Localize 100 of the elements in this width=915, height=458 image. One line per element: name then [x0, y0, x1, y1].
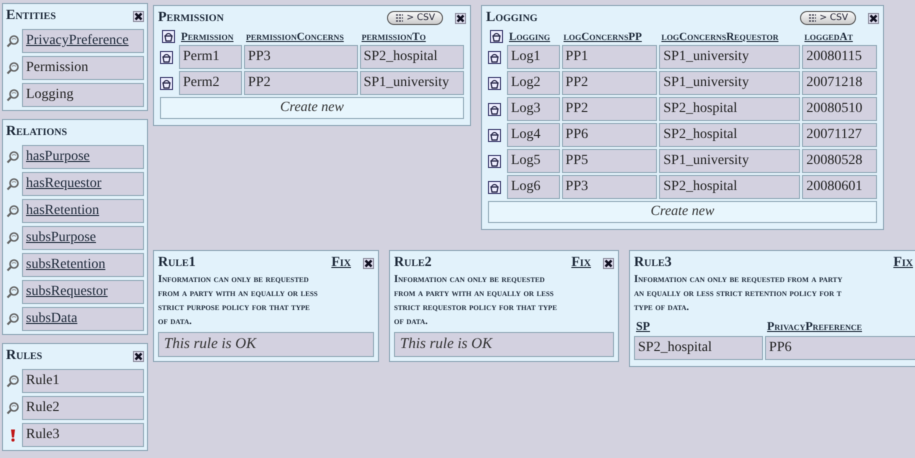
magnifier-icon[interactable] [6, 150, 20, 164]
magnifier-icon[interactable] [6, 402, 20, 414]
table-cell: PP3 [244, 45, 358, 69]
close-icon[interactable] [455, 12, 466, 24]
fix-link[interactable]: Fix [571, 255, 591, 271]
basket-icon[interactable] [162, 30, 175, 43]
sidebar-item[interactable]: Rule2 [22, 396, 144, 420]
panel-title: Rule1 [158, 255, 196, 271]
export-csv-button[interactable]: > CSV [387, 11, 443, 25]
panel-title: Permission [158, 10, 224, 26]
sidebar-item[interactable]: hasPurpose [22, 145, 144, 169]
table-cell: Perm2 [179, 71, 242, 95]
table-cell: SP1_university [360, 71, 464, 95]
table-cell: SP2_hospital [634, 336, 764, 360]
column-header[interactable]: PrivacyPreference [767, 319, 862, 333]
rule-description: Information can only be requested [158, 273, 310, 287]
magnifier-icon[interactable] [6, 312, 20, 326]
table-cell: 20080115 [802, 45, 877, 69]
column-header[interactable]: logConcernsPP [564, 30, 642, 42]
magnifier-icon[interactable] [6, 178, 20, 190]
panel-title: Logging [486, 10, 538, 26]
table-cell: 20080510 [802, 97, 877, 121]
table-cell: Log2 [507, 71, 560, 95]
column-header[interactable]: Logging [509, 30, 550, 42]
sidebar-item[interactable]: PrivacyPreference [22, 29, 144, 53]
magnifier-icon[interactable] [6, 258, 20, 272]
table-cell: SP2_hospital [659, 123, 800, 147]
fix-link[interactable]: Fix [893, 255, 913, 271]
close-icon[interactable] [868, 12, 879, 24]
create-new-button[interactable]: Create new [160, 97, 464, 119]
table-cell: Log5 [507, 149, 560, 173]
magnifier-icon[interactable] [6, 88, 20, 102]
rule-description: of data. [394, 315, 429, 329]
table-cell: PP2 [562, 97, 658, 121]
table-cell: SP2_hospital [659, 175, 800, 199]
panel-title: Relations [6, 124, 68, 140]
close-icon[interactable] [133, 350, 144, 362]
sidebar-item[interactable]: Rule1 [22, 369, 144, 393]
close-icon[interactable] [603, 258, 614, 268]
column-header[interactable]: Permission [181, 30, 234, 42]
magnifier-icon[interactable] [6, 62, 20, 74]
magnifier-icon[interactable] [6, 204, 20, 218]
rule-description: strict purpose policy for that type [158, 301, 311, 315]
rule-description: an equally or less strict retention policy for t [634, 287, 842, 301]
column-header[interactable]: SP [636, 319, 650, 333]
column-header[interactable]: loggedAt [804, 30, 853, 42]
close-icon[interactable] [363, 258, 374, 268]
basket-icon[interactable] [488, 102, 501, 116]
table-cell: PP6 [562, 123, 658, 147]
table-cell: SP1_university [659, 45, 800, 69]
table-cell: SP2_hospital [659, 97, 800, 121]
panel-title: Rules [6, 348, 42, 364]
export-csv-button[interactable]: > CSV [800, 11, 856, 25]
table-cell: PP1 [562, 45, 658, 69]
rule-description: of data. [158, 315, 193, 329]
table-cell: PP6 [765, 336, 915, 360]
create-new-button[interactable]: Create new [488, 201, 877, 223]
column-header[interactable]: permissionConcerns [246, 30, 344, 42]
magnifier-icon[interactable] [6, 374, 20, 388]
basket-icon[interactable] [488, 128, 501, 142]
rule-description: strict requestor policy for that type [394, 301, 558, 315]
table-cell: Perm1 [179, 45, 242, 69]
table-cell: 20080601 [802, 175, 877, 199]
grid-icon [808, 14, 818, 22]
table-cell: PP2 [562, 71, 658, 95]
sidebar-item[interactable]: subsRequestor [22, 280, 144, 304]
table-cell: SP1_university [659, 71, 800, 95]
table-cell: 20071127 [802, 123, 877, 147]
fix-link[interactable]: Fix [331, 255, 351, 271]
sidebar-item[interactable]: hasRequestor [22, 172, 144, 196]
magnifier-icon[interactable] [6, 232, 20, 244]
sidebar-item[interactable]: hasRetention [22, 199, 144, 223]
grid-icon [395, 14, 404, 22]
magnifier-icon[interactable] [6, 34, 20, 48]
table-cell: PP5 [562, 149, 658, 173]
basket-icon[interactable] [488, 154, 501, 168]
basket-icon[interactable] [488, 76, 501, 90]
table-cell: PP3 [562, 175, 658, 199]
rule-result: This rule is OK [158, 332, 374, 357]
rule-description: from a party with an equally or less [394, 287, 555, 301]
column-header[interactable]: logConcernsRequestor [661, 30, 778, 42]
sidebar-item[interactable]: subsPurpose [22, 226, 144, 250]
close-icon[interactable] [133, 10, 144, 22]
basket-icon[interactable] [160, 50, 173, 64]
basket-icon[interactable] [160, 76, 173, 90]
sidebar-item[interactable]: subsData [22, 307, 144, 331]
table-cell: SP2_hospital [360, 45, 464, 69]
basket-icon[interactable] [490, 30, 503, 43]
panel-title: Entities [6, 8, 56, 24]
panel-title: Rule2 [394, 255, 432, 271]
basket-icon[interactable] [488, 180, 501, 194]
basket-icon[interactable] [488, 50, 501, 64]
rule-description: type of data. [634, 301, 690, 315]
sidebar-item[interactable]: Permission [22, 56, 144, 80]
sidebar-item[interactable]: Rule3 [22, 423, 144, 447]
rule-result: This rule is OK [394, 332, 614, 357]
sidebar-item[interactable]: Logging [22, 83, 144, 107]
sidebar-item[interactable]: subsRetention [22, 253, 144, 277]
column-header[interactable]: permissionTo [362, 30, 426, 42]
magnifier-icon[interactable] [6, 286, 20, 298]
